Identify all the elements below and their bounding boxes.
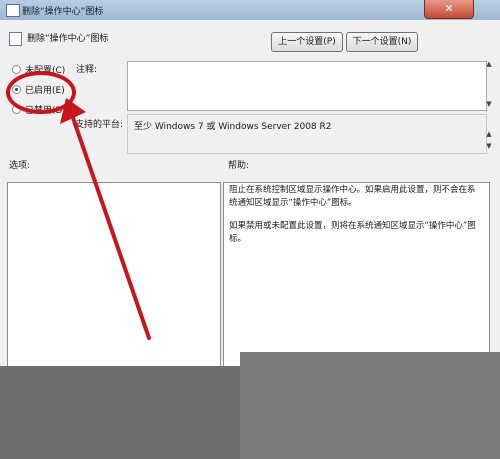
annotation-arrow	[60, 98, 151, 340]
